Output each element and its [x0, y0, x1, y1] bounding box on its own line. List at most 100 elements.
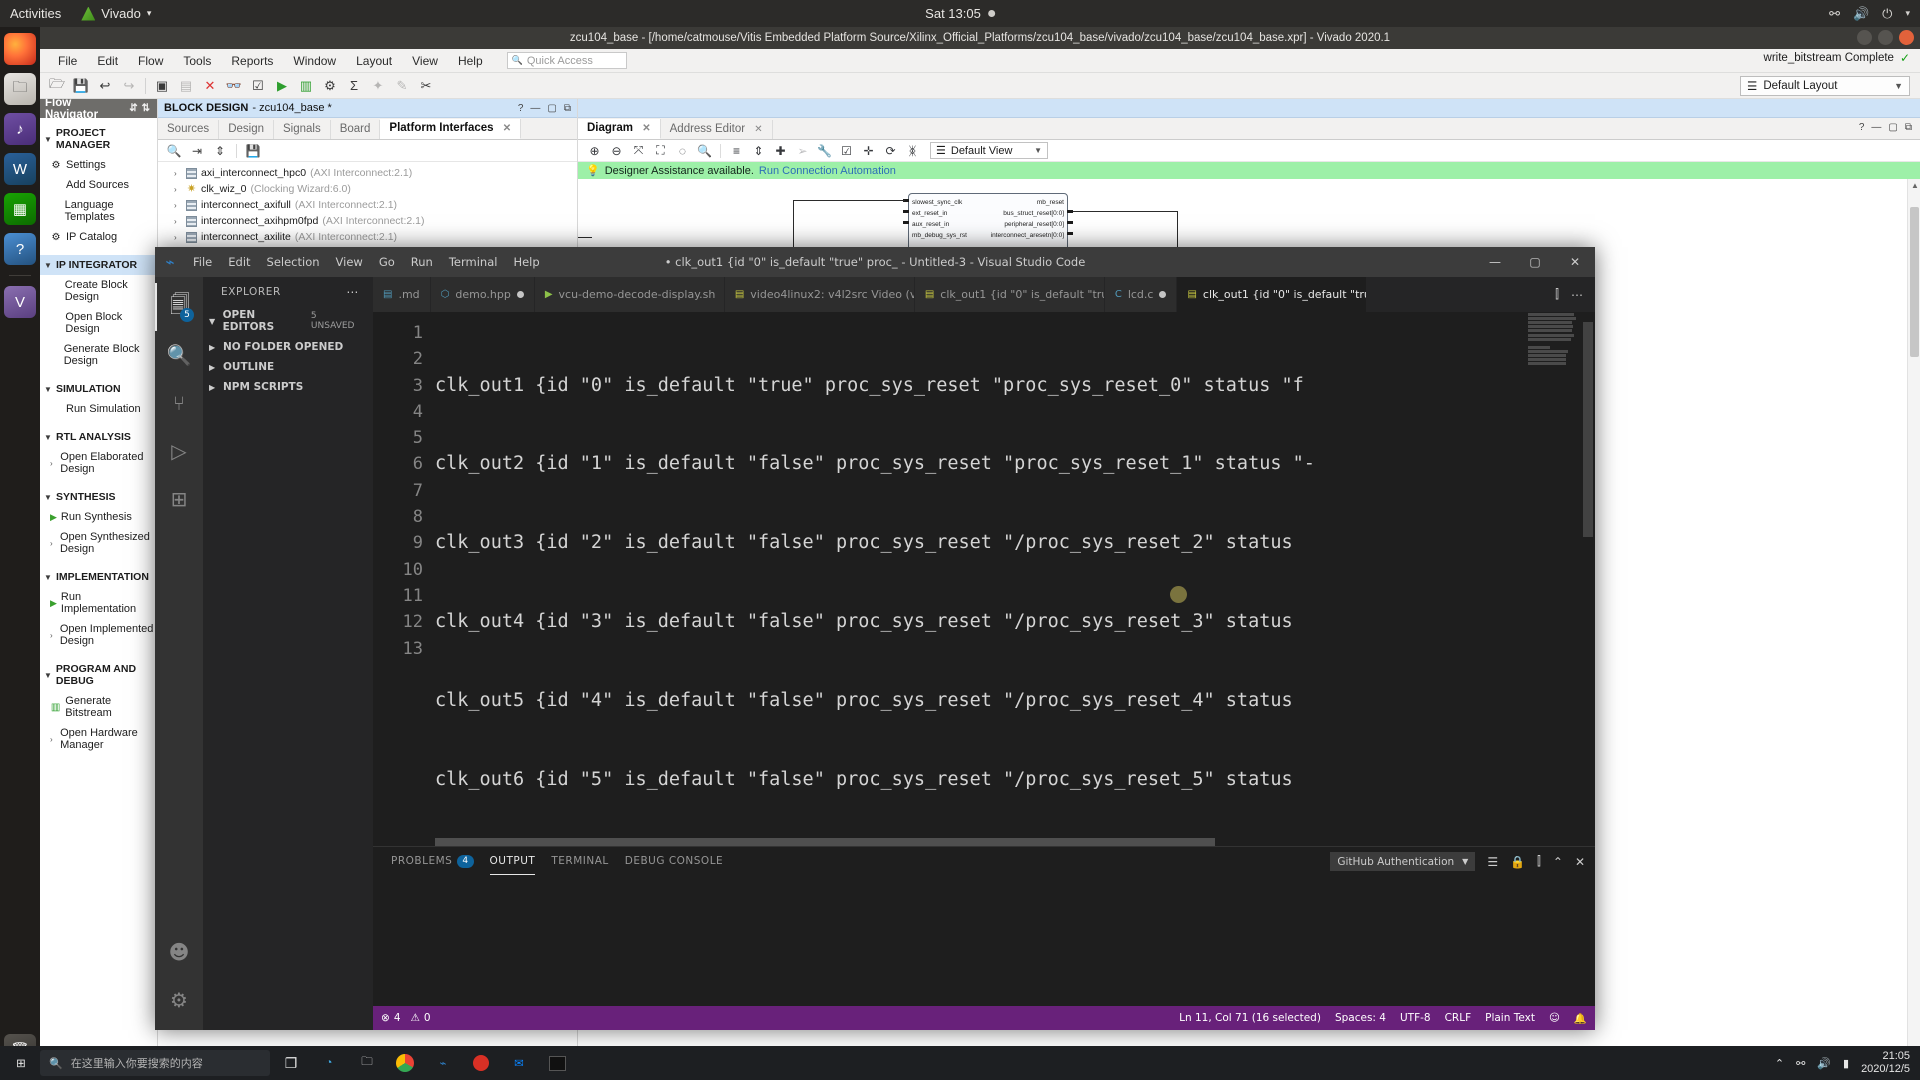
tab-diagram[interactable]: Diagram ✕ [578, 119, 661, 139]
layout-select[interactable]: ☰ Default Layout ▼ [1740, 76, 1910, 96]
tab-signals[interactable]: Signals [274, 120, 331, 139]
menu-view[interactable]: View [402, 51, 448, 71]
tree-row[interactable]: › interconnect_axilite (AXI Interconnect… [158, 229, 577, 245]
fn-item-open-hardware-manager[interactable]: › Open Hardware Manager [40, 723, 157, 755]
save-icon[interactable]: 💾 [243, 142, 263, 160]
fn-item-open-implemented-design[interactable]: › Open Implemented Design [40, 619, 157, 651]
fn-group-ip-integrator[interactable]: ▼ IP INTEGRATOR [40, 255, 157, 275]
vscode-editor[interactable]: 1 2 3 4 5 6 7 8 9 10 11 12 13 clk_out1 {… [373, 312, 1595, 846]
menu-file[interactable]: File [185, 252, 220, 272]
chevron-right-icon[interactable]: › [174, 201, 182, 210]
quick-access-input[interactable]: 🔍 Quick Access [506, 52, 627, 69]
dock-rhythmbox-icon[interactable]: ♪ [4, 113, 36, 145]
tab-design[interactable]: Design [219, 120, 274, 139]
fn-group-simulation[interactable]: ▼ SIMULATION [40, 379, 157, 399]
volume-icon[interactable]: 🔊 [1817, 1057, 1831, 1070]
fn-item-open-elaborated-design[interactable]: › Open Elaborated Design [40, 447, 157, 479]
settings-gear-icon[interactable]: ⚙ [155, 976, 203, 1024]
fn-group-project-manager[interactable]: ▼ PROJECT MANAGER [40, 123, 157, 155]
scrollbar-thumb[interactable] [435, 838, 1215, 846]
add-ip-icon[interactable]: ✚ [770, 142, 791, 160]
tree-row[interactable]: › axi_interconnect_hpc0 (AXI Interconnec… [158, 165, 577, 181]
windows-start-icon[interactable]: ⊞ [6, 1048, 36, 1078]
app-menu-vivado[interactable]: Vivado ▾ [73, 6, 159, 21]
float-icon[interactable]: ⧉ [1905, 122, 1912, 133]
block-proc-sys-reset[interactable]: slowest_sync_clk ext_reset_in aux_reset_… [908, 193, 1068, 255]
panel-tab-output[interactable]: OUTPUT [489, 847, 536, 875]
explorer-section-no-folder-opened[interactable]: ▶ NO FOLDER OPENED [203, 337, 373, 357]
minimize-icon[interactable]: — [530, 103, 540, 114]
menu-window[interactable]: Window [283, 51, 346, 71]
minimize-icon[interactable]: — [1871, 122, 1881, 133]
refresh-icon[interactable]: ◌ [672, 142, 693, 160]
explorer-section-npm-scripts[interactable]: ▶ NPM SCRIPTS [203, 377, 373, 397]
dock-libreoffice-calc-icon[interactable]: ▦ [4, 193, 36, 225]
tree-row[interactable]: › interconnect_axifull (AXI Interconnect… [158, 197, 577, 213]
taskbar-clock[interactable]: 21:05 2020/12/5 [1861, 1050, 1910, 1076]
taskbar-chrome-icon[interactable] [388, 1048, 422, 1078]
system-tray[interactable]: ⚯ 🔊 ⏻ ▾ [1829, 0, 1910, 27]
scroll-up-icon[interactable]: ▲ [1911, 181, 1919, 190]
fn-item-run-synthesis[interactable]: ▶ Run Synthesis [40, 507, 157, 527]
panel-tab-debug-console[interactable]: DEBUG CONSOLE [625, 855, 723, 867]
fn-item-generate-block-design[interactable]: Generate Block Design [40, 339, 157, 371]
fn-item-run-simulation[interactable]: Run Simulation [40, 399, 157, 419]
fn-item-settings[interactable]: ⚙ Settings [40, 155, 157, 175]
fn-group-synthesis[interactable]: ▼ SYNTHESIS [40, 487, 157, 507]
clear-output-icon[interactable]: ☰ [1487, 855, 1498, 869]
align-icon[interactable]: ≡ [726, 142, 747, 160]
lock-icon[interactable]: 🔒 [1510, 855, 1525, 869]
more-actions-icon[interactable]: ⋯ [1571, 288, 1583, 302]
menu-file[interactable]: File [48, 51, 87, 71]
close-icon[interactable]: ✕ [642, 123, 650, 134]
menu-help[interactable]: Help [505, 252, 547, 272]
tab-sources[interactable]: Sources [158, 120, 220, 139]
taskbar-folder-icon[interactable]: 🗀 [350, 1048, 384, 1078]
tab-platform-interfaces[interactable]: Platform Interfaces ✕ [380, 119, 522, 139]
menu-go[interactable]: Go [371, 252, 403, 272]
menu-view[interactable]: View [328, 252, 371, 272]
optimize-icon[interactable]: ᛤ [902, 142, 923, 160]
network-icon[interactable]: ⚯ [1829, 7, 1840, 20]
editor-code-content[interactable]: clk_out1 {id "0" is_default "true" proc_… [435, 312, 1595, 846]
menu-edit[interactable]: Edit [220, 252, 258, 272]
status-encoding[interactable]: UTF-8 [1400, 1012, 1431, 1024]
close-icon[interactable]: ✕ [503, 123, 511, 134]
fn-item-run-implementation[interactable]: ▶ Run Implementation [40, 587, 157, 619]
volume-icon[interactable]: 🔊 [1853, 7, 1869, 20]
editor-tab-vcu-demo-decode-display[interactable]: ▶ vcu-demo-decode-display.sh [534, 277, 725, 312]
help-icon[interactable]: ? [1859, 122, 1865, 133]
fn-group-rtl-analysis[interactable]: ▼ RTL ANALYSIS [40, 427, 157, 447]
explorer-section-open-editors[interactable]: ▼ OPEN EDITORS 5 UNSAVED [203, 305, 373, 337]
fn-item-open-synthesized-design[interactable]: › Open Synthesized Design [40, 527, 157, 559]
pin-icon[interactable]: ⇅ [140, 103, 152, 114]
close-button[interactable] [1899, 30, 1914, 45]
dock-files-icon[interactable]: 🗀 [4, 73, 36, 105]
dock-vivado-icon[interactable]: V [4, 286, 36, 318]
report-icon[interactable]: ▥ [295, 76, 317, 96]
search-icon[interactable]: 🔍 [164, 142, 184, 160]
menu-tools[interactable]: Tools [173, 51, 221, 71]
menu-reports[interactable]: Reports [221, 51, 283, 71]
close-icon[interactable]: ✕ [1555, 247, 1595, 277]
status-language[interactable]: Plain Text [1485, 1012, 1535, 1024]
task-view-icon[interactable]: ❐ [274, 1048, 308, 1078]
binoculars-icon[interactable]: 👓 [223, 76, 245, 96]
zoom-in-icon[interactable]: ⊕ [584, 142, 605, 160]
undo-icon[interactable]: ↩ [94, 76, 116, 96]
fn-group-program-and-debug[interactable]: ▼ PROGRAM AND DEBUG [40, 659, 157, 691]
check-icon[interactable]: ☑ [836, 142, 857, 160]
editor-scrollbar-vertical[interactable] [1581, 312, 1595, 846]
close-panel-icon[interactable]: ✕ [1575, 855, 1585, 869]
tab-address-editor[interactable]: Address Editor ✕ [661, 120, 773, 139]
explorer-icon[interactable]: 🗐 5 [155, 283, 203, 331]
expand-all-icon[interactable]: ⇕ [210, 142, 230, 160]
maximize-panel-icon[interactable]: ⌃ [1553, 855, 1563, 869]
open-project-icon[interactable]: 🗁 [46, 76, 68, 96]
editor-tab-clk-out1-untitled2[interactable]: ▤ clk_out1 {id "0" is_default "true" pro… [914, 277, 1105, 312]
collapse-all-icon[interactable]: ⇥ [187, 142, 207, 160]
validate-icon[interactable]: ☑ [247, 76, 269, 96]
taskbar-search-input[interactable]: 🔍 在这里输入你要搜索的内容 [40, 1050, 270, 1076]
status-position[interactable]: Ln 11, Col 71 (16 selected) [1179, 1012, 1321, 1024]
close-x-icon[interactable]: ✕ [199, 76, 221, 96]
